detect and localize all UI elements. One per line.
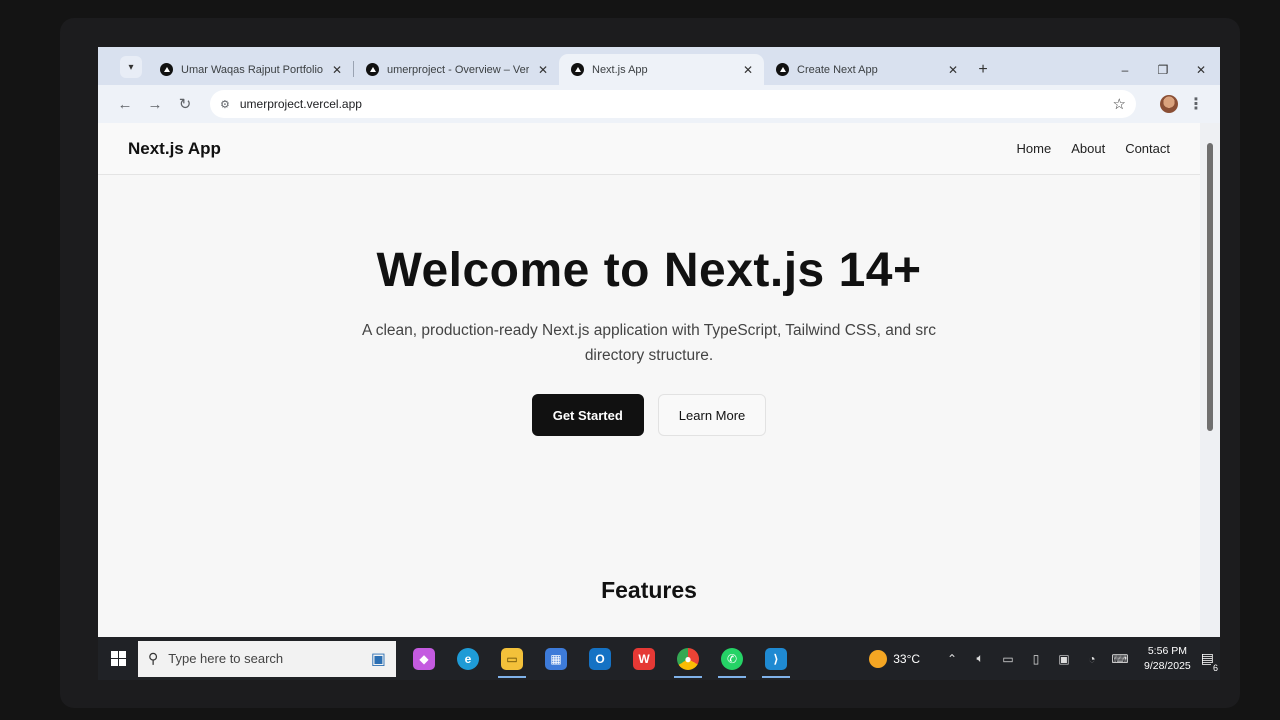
taskbar-app-copilot[interactable]: ◆ xyxy=(402,637,446,680)
taskbar-clock[interactable]: 5:56 PM 9/28/2025 xyxy=(1144,644,1191,674)
tab-title: Next.js App xyxy=(592,63,648,76)
keyboard-icon[interactable]: ⌨ xyxy=(1106,652,1134,666)
pinned-apps: ◆ e ▭ ▦ O W ● ✆ ⟩ xyxy=(402,637,798,680)
site-header: Next.js App Home About Contact xyxy=(98,123,1200,175)
browser-tab[interactable]: Create Next App ✕ xyxy=(764,54,969,85)
profile-avatar[interactable] xyxy=(1160,95,1178,113)
clock-time: 5:56 PM xyxy=(1147,644,1187,657)
file-explorer-icon: ▭ xyxy=(501,647,523,670)
menu-kebab-icon[interactable]: ⋮ xyxy=(1184,94,1208,114)
plus-icon: + xyxy=(978,60,988,78)
vscode-icon: ⟩ xyxy=(765,647,787,670)
taskbar-app-vscode[interactable]: ⟩ xyxy=(754,637,798,680)
chevron-up-icon[interactable]: ⌃ xyxy=(938,652,966,666)
get-started-button[interactable]: Get Started xyxy=(531,394,644,436)
url-text: umerproject.vercel.app xyxy=(239,97,362,111)
hero-cta-group: Get Started Learn More xyxy=(98,394,1200,436)
hero-subtitle: A clean, production-ready Next.js applic… xyxy=(361,322,937,364)
browser-tab-active[interactable]: Next.js App ✕ xyxy=(559,54,764,85)
wps-office-icon: W xyxy=(633,647,655,670)
nav-link-contact[interactable]: Contact xyxy=(1125,141,1170,156)
weather-temp: 33°C xyxy=(893,651,921,666)
vercel-favicon-icon xyxy=(571,63,584,76)
edge-icon: e xyxy=(457,647,479,670)
site-brand[interactable]: Next.js App xyxy=(128,139,221,159)
restore-icon[interactable]: ❐ xyxy=(1144,63,1182,77)
start-button[interactable] xyxy=(98,651,138,666)
clock-date: 9/28/2025 xyxy=(1144,659,1191,672)
taskbar-app-whatsapp[interactable]: ✆ xyxy=(710,637,754,680)
taskbar-app-chrome[interactable]: ● xyxy=(666,637,710,680)
outlook-icon: O xyxy=(589,647,611,670)
whatsapp-icon: ✆ xyxy=(721,647,743,670)
taskbar-app-edge[interactable]: e xyxy=(446,637,490,680)
address-bar[interactable]: ⚙ umerproject.vercel.app ☆ xyxy=(210,90,1136,118)
close-icon[interactable]: ✕ xyxy=(329,63,345,77)
taskbar-search-box[interactable]: ⚲ Type here to search ▣ xyxy=(138,640,396,677)
window-controls: – ❐ ✕ xyxy=(1106,54,1220,85)
browser-tab[interactable]: umerproject - Overview – Vercel ✕ xyxy=(354,54,559,85)
copilot-icon: ◆ xyxy=(413,647,435,670)
browser-tab-strip: ▾ Umar Waqas Rajput Portfolio ✕ umerproj… xyxy=(98,47,1220,85)
nav-link-about[interactable]: About xyxy=(1071,141,1105,156)
taskbar-app-outlook[interactable]: O xyxy=(578,637,622,680)
back-arrow-icon[interactable]: ← xyxy=(110,96,140,113)
reload-icon[interactable]: ↻ xyxy=(170,95,200,113)
scrollbar-thumb[interactable] xyxy=(1207,143,1213,431)
vercel-favicon-icon xyxy=(366,63,379,76)
minimize-icon[interactable]: – xyxy=(1106,63,1144,77)
tab-title: Umar Waqas Rajput Portfolio xyxy=(181,63,323,76)
tab-title: Create Next App xyxy=(797,63,878,76)
store-icon: ▦ xyxy=(545,647,567,670)
taskbar-app-wps[interactable]: W xyxy=(622,637,666,680)
meet-now-icon[interactable]: ▯ xyxy=(1022,652,1050,666)
taskbar-app-file-explorer[interactable]: ▭ xyxy=(490,637,534,680)
browser-tab[interactable]: Umar Waqas Rajput Portfolio ✕ xyxy=(148,54,353,85)
close-window-icon[interactable]: ✕ xyxy=(1182,63,1220,77)
tab-search-button[interactable]: ▾ xyxy=(120,56,142,78)
notification-center-button[interactable]: ▤ 6 xyxy=(1201,650,1220,673)
page-viewport: Next.js App Home About Contact Welcome t… xyxy=(98,123,1200,637)
features-heading: Features xyxy=(601,577,697,603)
forward-arrow-icon[interactable]: → xyxy=(140,96,170,113)
tab-title: umerproject - Overview – Vercel xyxy=(387,63,529,76)
new-tab-button[interactable]: + xyxy=(969,54,997,85)
browser-toolbar: ← → ↻ ⚙ umerproject.vercel.app ☆ ⋮ xyxy=(98,85,1220,123)
weather-icon xyxy=(869,649,888,668)
nav-link-home[interactable]: Home xyxy=(1017,141,1052,156)
windows-logo-icon xyxy=(110,651,126,666)
site-nav-links: Home About Contact xyxy=(1017,141,1170,156)
security-icon[interactable]: ▣ xyxy=(1050,652,1078,666)
chevron-down-icon: ▾ xyxy=(128,61,134,73)
system-tray: 33°C ⌃ 🔈︎ ▭ ▯ ▣ ◔ ⌨ 5:56 PM 9/28/2025 ▤ … xyxy=(869,644,1220,674)
screen: ▾ Umar Waqas Rajput Portfolio ✕ umerproj… xyxy=(98,47,1220,680)
windows-taskbar: ⚲ Type here to search ▣ ◆ e ▭ ▦ O W ● ✆ … xyxy=(98,637,1220,680)
close-icon[interactable]: ✕ xyxy=(740,63,756,77)
site-settings-icon[interactable]: ⚙ xyxy=(220,98,230,111)
page-scrollbar[interactable] xyxy=(1200,123,1220,637)
vercel-favicon-icon xyxy=(776,63,789,76)
close-icon[interactable]: ✕ xyxy=(945,63,961,77)
search-icon: ⚲ xyxy=(148,650,159,666)
chrome-icon: ● xyxy=(677,647,699,670)
search-placeholder: Type here to search xyxy=(168,651,284,666)
hero-section: Welcome to Next.js 14+ A clean, producti… xyxy=(98,175,1200,436)
volume-icon[interactable]: 🔈︎ xyxy=(966,651,994,666)
battery-icon[interactable]: ▭ xyxy=(994,652,1022,666)
hero-title: Welcome to Next.js 14+ xyxy=(376,244,922,297)
learn-more-button[interactable]: Learn More xyxy=(657,394,767,436)
taskbar-app-store[interactable]: ▦ xyxy=(534,637,578,680)
close-icon[interactable]: ✕ xyxy=(535,63,551,77)
weather-widget[interactable]: 33°C xyxy=(869,649,921,668)
wifi-icon[interactable]: ◔ xyxy=(1078,652,1106,666)
vercel-favicon-icon xyxy=(160,63,173,76)
notification-count: 6 xyxy=(1210,663,1220,673)
bookmark-star-icon[interactable]: ☆ xyxy=(1113,95,1126,113)
search-highlight-icon[interactable]: ▣ xyxy=(371,649,386,669)
